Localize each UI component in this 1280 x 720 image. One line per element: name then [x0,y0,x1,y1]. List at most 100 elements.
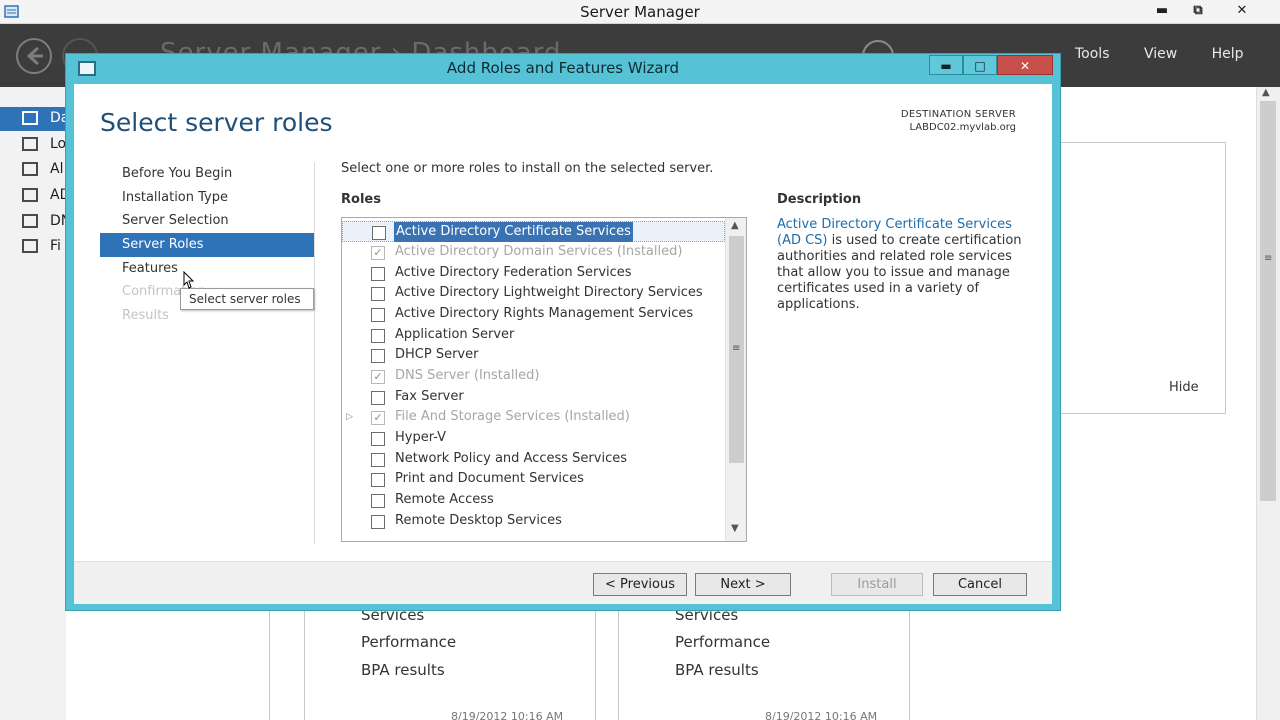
back-arrow-icon[interactable] [16,38,52,74]
tile-timestamp: 8/19/2012 10:16 AM [451,710,564,720]
destination-server-name: LABDC02.myvlab.org [909,122,1017,133]
arrow-left-icon [26,46,43,66]
hide-link[interactable]: Hide [1169,380,1199,395]
role-item[interactable]: Print and Document Services [342,469,725,490]
role-item[interactable]: Remote Desktop Services [342,511,725,532]
tile-timestamp: 8/19/2012 10:16 AM [765,710,878,720]
tile-performance[interactable]: Performance [675,633,770,651]
expand-arrow-icon[interactable]: ▷ [346,407,353,427]
steps-divider [314,162,315,544]
dns-icon [22,214,38,228]
wizard-close-button[interactable]: ✕ [997,55,1053,75]
next-button[interactable]: Next > [695,573,791,596]
sidebar-item-ad-ds[interactable]: AD [0,184,70,208]
file-storage-icon [22,239,38,253]
menu-tools[interactable]: Tools [1075,46,1110,62]
role-checkbox[interactable] [371,391,385,405]
role-checkbox[interactable] [371,267,385,281]
wizard-minimize-button[interactable]: ▬ [929,55,963,75]
server-manager-sidebar: Da Lo Al AD DN Fi [0,87,71,720]
description-header: Description [777,192,862,207]
step-server-roles[interactable]: Server Roles [100,233,314,257]
role-checkbox: ✓ [371,246,385,260]
role-checkbox: ✓ [371,411,385,425]
step-features[interactable]: Features [100,257,314,281]
install-button: Install [831,573,923,596]
step-server-selection[interactable]: Server Selection [100,209,314,233]
wizard-title: Add Roles and Features Wizard [446,59,680,77]
maximize-button[interactable]: ⧉ [1178,1,1218,21]
roles-list[interactable]: Active Directory Certificate Services ✓ A… [341,217,747,542]
role-checkbox[interactable] [371,494,385,508]
menu-help[interactable]: Help [1212,46,1244,62]
roles-scrollbar[interactable]: ▲ ≡ ▼ [725,218,746,541]
previous-button[interactable]: < Previous [593,573,687,596]
role-checkbox[interactable] [371,453,385,467]
role-checkbox[interactable] [371,473,385,487]
server-manager-title: Server Manager [580,3,700,21]
step-installation-type[interactable]: Installation Type [100,186,314,210]
scroll-down-icon[interactable]: ▼ [731,523,739,534]
role-checkbox[interactable] [371,329,385,343]
role-checkbox[interactable] [371,287,385,301]
wizard-footer: < Previous Next > Install Cancel [74,561,1052,604]
server-manager-menu: Tools View Help [1060,46,1259,62]
grip-icon: ≡ [1264,253,1273,264]
server-icon [22,137,38,151]
tile-bpa-results[interactable]: BPA results [361,661,445,679]
role-item: ✓ DNS Server (Installed) [342,366,725,387]
scroll-up-icon[interactable]: ▲ [1262,87,1270,98]
directory-icon [22,188,38,202]
step-before-you-begin[interactable]: Before You Begin [100,162,314,186]
scroll-thumb[interactable] [1260,101,1276,501]
role-item[interactable]: Active Directory Federation Services [342,263,725,284]
role-item[interactable]: Network Policy and Access Services [342,449,725,470]
wizard-titlebar[interactable]: Add Roles and Features Wizard ▬ □ ✕ [66,54,1060,83]
role-checkbox[interactable] [371,308,385,322]
server-manager-scrollbar[interactable]: ▲ ≡ [1256,87,1280,720]
role-item[interactable]: Fax Server [342,387,725,408]
role-item[interactable]: Active Directory Certificate Services [342,221,725,242]
welcome-panel [1060,142,1226,414]
role-checkbox[interactable] [372,226,386,240]
tooltip: Select server roles [180,288,314,310]
sidebar-item-local-server[interactable]: Lo [0,133,66,157]
sidebar-item-dashboard[interactable]: Da [0,107,69,131]
content-divider [269,610,270,720]
role-item[interactable]: Active Directory Rights Management Servi… [342,304,725,325]
scroll-up-icon[interactable]: ▲ [731,220,739,231]
sidebar-item-all-servers[interactable]: Al [0,158,66,182]
role-checkbox[interactable] [371,515,385,529]
sidebar-item-file-storage[interactable]: Fi [0,235,66,259]
sidebar-item-dns[interactable]: DN [0,210,71,234]
roles-header: Roles [341,192,381,207]
role-item[interactable]: Application Server [342,325,725,346]
wizard-maximize-button[interactable]: □ [963,55,997,75]
close-button[interactable]: ✕ [1222,1,1262,21]
page-title: Select server roles [100,108,333,137]
dashboard-icon [22,111,38,125]
tile-performance[interactable]: Performance [361,633,456,651]
role-item[interactable]: Hyper-V [342,428,725,449]
role-item[interactable]: Remote Access [342,490,725,511]
destination-server-label: DESTINATION SERVER [900,109,1016,120]
add-roles-wizard-window: Add Roles and Features Wizard ▬ □ ✕ Sele… [65,53,1061,611]
role-item[interactable]: Active Directory Lightweight Directory S… [342,283,725,304]
instruction-text: Select one or more roles to install on t… [341,161,714,176]
role-item: ✓ Active Directory Domain Services (Insta… [342,242,725,263]
grip-icon: ≡ [732,343,741,354]
server-tile: Services Performance BPA results 8/19/20… [304,606,596,720]
tile-bpa-results[interactable]: BPA results [675,661,759,679]
server-manager-titlebar: Server Manager ▬ ⧉ ✕ [0,0,1280,24]
menu-view[interactable]: View [1144,46,1177,62]
wizard-body: Select server roles DESTINATION SERVER L… [74,84,1052,561]
role-checkbox[interactable] [371,349,385,363]
server-tile: Services Performance BPA results 8/19/20… [618,606,910,720]
servers-icon [22,162,38,176]
role-item[interactable]: DHCP Server [342,345,725,366]
mouse-cursor-icon [183,271,195,289]
cancel-button[interactable]: Cancel [933,573,1027,596]
role-checkbox[interactable] [371,432,385,446]
minimize-button[interactable]: ▬ [1142,1,1182,21]
role-checkbox: ✓ [371,370,385,384]
